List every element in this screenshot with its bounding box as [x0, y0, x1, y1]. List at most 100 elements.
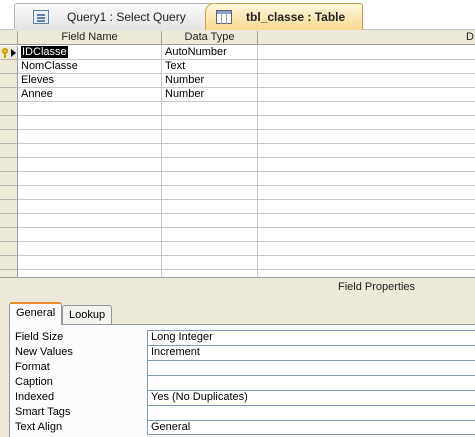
- tab-tbl-classe[interactable]: tbl_classe : Table: [205, 3, 363, 30]
- row-selector[interactable]: [0, 60, 18, 74]
- empty-field-row[interactable]: [0, 214, 475, 228]
- description-cell[interactable]: [258, 158, 475, 172]
- row-selector[interactable]: [0, 116, 18, 130]
- property-value-field[interactable]: [147, 405, 475, 420]
- row-selector[interactable]: [0, 144, 18, 158]
- field-name-text: IDClasse: [21, 46, 68, 58]
- field-name-cell[interactable]: [18, 130, 162, 144]
- field-name-header[interactable]: Field Name: [18, 31, 162, 45]
- data-type-cell[interactable]: Number: [162, 88, 258, 102]
- empty-field-row[interactable]: [0, 186, 475, 200]
- empty-field-row[interactable]: [0, 242, 475, 256]
- data-type-cell[interactable]: [162, 130, 258, 144]
- tab-query1[interactable]: Query1 : Select Query: [14, 3, 214, 30]
- row-selector[interactable]: [0, 172, 18, 186]
- empty-field-row[interactable]: [0, 116, 475, 130]
- field-row[interactable]: Annee Number: [0, 88, 475, 102]
- description-header[interactable]: D: [258, 31, 475, 45]
- data-type-cell[interactable]: [162, 256, 258, 270]
- field-name-cell[interactable]: Annee: [18, 88, 162, 102]
- row-selector[interactable]: [0, 200, 18, 214]
- data-type-cell[interactable]: [162, 102, 258, 116]
- row-selector[interactable]: [0, 46, 18, 60]
- data-type-cell[interactable]: [162, 186, 258, 200]
- empty-field-row[interactable]: [0, 228, 475, 242]
- data-type-cell[interactable]: [162, 172, 258, 186]
- empty-field-row[interactable]: [0, 144, 475, 158]
- row-selector[interactable]: [0, 242, 18, 256]
- description-cell[interactable]: [258, 46, 475, 60]
- description-cell[interactable]: [258, 102, 475, 116]
- field-name-cell[interactable]: [18, 256, 162, 270]
- data-type-cell[interactable]: [162, 242, 258, 256]
- row-selector[interactable]: [0, 102, 18, 116]
- row-selector[interactable]: [0, 214, 18, 228]
- row-selector[interactable]: [0, 88, 18, 102]
- empty-field-row[interactable]: [0, 256, 475, 270]
- field-name-cell[interactable]: [18, 214, 162, 228]
- field-name-cell[interactable]: [18, 144, 162, 158]
- description-cell[interactable]: [258, 242, 475, 256]
- description-cell[interactable]: [258, 228, 475, 242]
- property-value-field[interactable]: Increment: [147, 345, 475, 360]
- table-icon: [216, 10, 232, 24]
- field-name-cell[interactable]: [18, 228, 162, 242]
- field-name-cell[interactable]: [18, 116, 162, 130]
- field-name-cell[interactable]: [18, 172, 162, 186]
- select-all-cell[interactable]: [0, 31, 18, 45]
- property-value-field[interactable]: [147, 360, 475, 375]
- empty-field-row[interactable]: [0, 172, 475, 186]
- tab-general[interactable]: General: [9, 302, 63, 325]
- description-cell[interactable]: [258, 74, 475, 88]
- property-row: Field Size Long Integer: [15, 330, 475, 345]
- data-type-cell[interactable]: AutoNumber: [162, 46, 258, 60]
- property-value-field[interactable]: [147, 375, 475, 390]
- empty-field-row[interactable]: [0, 200, 475, 214]
- field-row[interactable]: IDClasse AutoNumber: [0, 46, 475, 60]
- field-name-cell[interactable]: Eleves: [18, 74, 162, 88]
- description-cell[interactable]: [258, 172, 475, 186]
- data-type-cell[interactable]: [162, 158, 258, 172]
- field-name-cell[interactable]: [18, 242, 162, 256]
- description-cell[interactable]: [258, 130, 475, 144]
- description-cell[interactable]: [258, 144, 475, 158]
- row-selector[interactable]: [0, 158, 18, 172]
- field-name-cell[interactable]: [18, 158, 162, 172]
- property-value-field[interactable]: Yes (No Duplicates): [147, 390, 475, 405]
- empty-field-row[interactable]: [0, 130, 475, 144]
- field-name-cell[interactable]: [18, 200, 162, 214]
- row-selector[interactable]: [0, 186, 18, 200]
- property-value-field[interactable]: Long Integer: [147, 330, 475, 345]
- field-name-cell[interactable]: IDClasse: [18, 46, 162, 60]
- row-selector[interactable]: [0, 228, 18, 242]
- property-label: New Values: [15, 346, 73, 358]
- data-type-cell[interactable]: Text: [162, 60, 258, 74]
- data-type-cell[interactable]: [162, 144, 258, 158]
- tab-lookup[interactable]: Lookup: [62, 305, 113, 326]
- row-selector[interactable]: [0, 256, 18, 270]
- description-cell[interactable]: [258, 60, 475, 74]
- data-type-cell[interactable]: [162, 214, 258, 228]
- property-value-field[interactable]: General: [147, 420, 475, 435]
- description-cell[interactable]: [258, 116, 475, 130]
- description-cell[interactable]: [258, 256, 475, 270]
- empty-field-row[interactable]: [0, 102, 475, 116]
- description-cell[interactable]: [258, 88, 475, 102]
- description-cell[interactable]: [258, 214, 475, 228]
- row-selector[interactable]: [0, 74, 18, 88]
- field-name-cell[interactable]: [18, 102, 162, 116]
- field-name-cell[interactable]: NomClasse: [18, 60, 162, 74]
- description-cell[interactable]: [258, 186, 475, 200]
- data-type-cell[interactable]: [162, 200, 258, 214]
- data-type-cell[interactable]: [162, 228, 258, 242]
- description-cell[interactable]: [258, 200, 475, 214]
- field-name-cell[interactable]: [18, 186, 162, 200]
- data-type-header[interactable]: Data Type: [162, 31, 258, 45]
- empty-field-row[interactable]: [0, 158, 475, 172]
- field-row[interactable]: NomClasse Text: [0, 60, 475, 74]
- data-type-cell[interactable]: [162, 116, 258, 130]
- row-selector[interactable]: [0, 130, 18, 144]
- property-label: Smart Tags: [15, 406, 71, 418]
- data-type-cell[interactable]: Number: [162, 74, 258, 88]
- field-row[interactable]: Eleves Number: [0, 74, 475, 88]
